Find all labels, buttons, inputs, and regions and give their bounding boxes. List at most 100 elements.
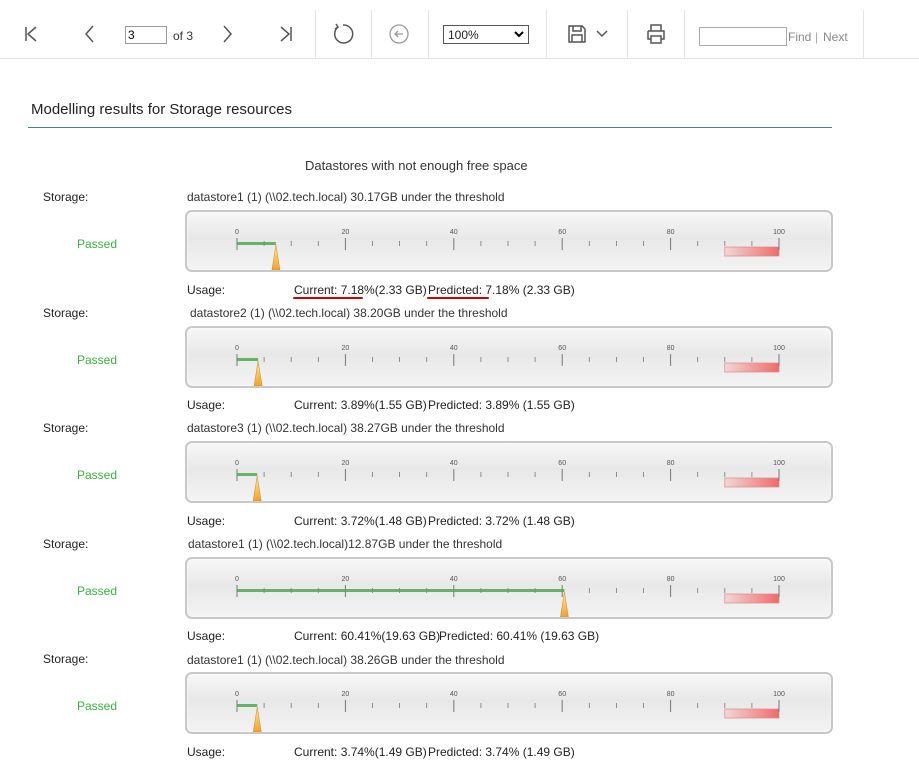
title-divider — [28, 127, 832, 128]
gauge-scale: 0 20 40 60 80 100 — [235, 460, 785, 501]
chevron-down-icon[interactable] — [588, 20, 616, 48]
tick-label: 80 — [667, 345, 675, 352]
tick-label: 60 — [558, 691, 566, 698]
usage-pointer — [271, 244, 281, 270]
datastore-name: datastore3 (1) (\\02.tech.local) 38.27GB… — [187, 421, 505, 435]
highlight-underline — [427, 297, 489, 299]
storage-label: Storage: — [43, 306, 89, 320]
threshold-zone — [724, 593, 780, 604]
tick-label: 20 — [342, 229, 350, 236]
storage-label: Storage: — [43, 537, 89, 551]
threshold-zone — [724, 362, 780, 373]
tick-label: 40 — [450, 460, 458, 467]
status-passed: Passed — [77, 353, 118, 367]
usage-bar — [237, 242, 276, 245]
storage-label: Storage: — [43, 190, 89, 204]
usage-label: Usage: — [187, 283, 226, 297]
usage-gauge: 0 20 40 60 80 100 — [185, 326, 833, 388]
tick-label: 100 — [773, 345, 785, 352]
zoom-value: 100% — [448, 27, 479, 42]
save-icon[interactable] — [563, 20, 591, 48]
page-count: of 3 — [173, 29, 194, 43]
status-passed: Passed — [77, 468, 118, 482]
next-link[interactable]: Next — [823, 30, 848, 44]
usage-gauge: 0 20 40 60 80 100 — [185, 210, 833, 272]
prev-page-icon[interactable] — [76, 20, 104, 48]
tick-label: 60 — [558, 460, 566, 467]
status-passed: Passed — [77, 237, 118, 251]
usage-bar — [237, 704, 258, 707]
next-page-icon[interactable] — [213, 20, 241, 48]
current-usage: Current: 7.18%(2.33 GB) — [294, 283, 427, 297]
report-title: Modelling results for Storage resources — [31, 101, 292, 118]
report-subtitle: Datastores with not enough free space — [305, 158, 528, 173]
current-usage: Current: 3.89%(1.55 GB) — [294, 398, 427, 412]
tick-label: 20 — [342, 345, 350, 352]
threshold-zone — [724, 477, 780, 488]
usage-bar — [237, 358, 259, 361]
tick-label: 40 — [450, 691, 458, 698]
refresh-icon[interactable] — [329, 20, 357, 48]
usage-gauge: 0 20 40 60 80 100 — [185, 441, 833, 503]
usage-label: Usage: — [187, 514, 226, 528]
tick-label: 60 — [558, 229, 566, 236]
usage-label: Usage: — [187, 398, 226, 412]
first-page-icon[interactable] — [17, 20, 45, 48]
datastore-name: datastore1 (1) (\\02.tech.local) 30.17GB… — [187, 190, 505, 204]
predicted-usage: Predicted: 3.89% (1.55 GB) — [428, 398, 575, 412]
report-toolbar: of 3 100% Find | Next — [0, 0, 919, 59]
find-separator: | — [815, 30, 819, 44]
print-icon[interactable] — [642, 20, 670, 48]
usage-gauge: 0 20 40 60 80 100 — [185, 672, 833, 734]
tick-label: 0 — [235, 229, 239, 236]
page-number-input[interactable] — [125, 26, 167, 44]
predicted-usage: Predicted: 7.18% (2.33 GB) — [428, 283, 575, 297]
gauge-scale: 0 20 40 60 80 100 — [235, 345, 785, 386]
tick-label: 20 — [342, 460, 350, 467]
last-page-icon[interactable] — [272, 20, 300, 48]
usage-pointer — [253, 360, 263, 386]
tick-label: 0 — [235, 576, 239, 583]
datastore-name: datastore1 (1) (\\02.tech.local) 38.26GB… — [187, 653, 505, 667]
gauge-scale: 0 20 40 60 80 100 — [235, 576, 785, 617]
tick-label: 80 — [667, 576, 675, 583]
usage-label: Usage: — [187, 745, 226, 759]
usage-gauge: 0 20 40 60 80 100 — [185, 557, 833, 619]
chevron-down-icon — [514, 31, 524, 38]
tick-label: 100 — [773, 576, 785, 583]
tick-label: 40 — [450, 576, 458, 583]
threshold-zone — [724, 246, 780, 257]
tick-label: 60 — [558, 345, 566, 352]
current-usage: Current: 60.41%(19.63 GB) — [294, 629, 441, 643]
tick-label: 80 — [667, 691, 675, 698]
usage-pointer — [252, 475, 262, 501]
usage-label: Usage: — [187, 629, 226, 643]
tick-label: 20 — [342, 576, 350, 583]
storage-label: Storage: — [43, 421, 89, 435]
storage-label: Storage: — [43, 652, 89, 666]
highlight-underline — [293, 297, 363, 299]
current-usage: Current: 3.74%(1.49 GB) — [294, 745, 427, 759]
zoom-select[interactable]: 100% — [443, 25, 529, 44]
datastore-name: datastore2 (1) (\\02.tech.local) 38.20GB… — [190, 306, 508, 320]
usage-bar — [237, 589, 565, 592]
status-passed: Passed — [77, 584, 118, 598]
gauge-scale: 0 20 40 60 80 100 — [235, 691, 785, 732]
tick-label: 0 — [235, 691, 239, 698]
tick-label: 60 — [558, 576, 566, 583]
find-link[interactable]: Find — [788, 30, 811, 44]
tick-label: 100 — [773, 229, 785, 236]
back-icon[interactable] — [385, 20, 413, 48]
predicted-usage: Predicted: 3.74% (1.49 GB) — [428, 745, 575, 759]
predicted-usage: Predicted: 3.72% (1.48 GB) — [428, 514, 575, 528]
tick-label: 0 — [235, 345, 239, 352]
tick-label: 20 — [342, 691, 350, 698]
gauge-scale: 0 20 40 60 80 100 — [235, 229, 785, 270]
tick-label: 100 — [773, 691, 785, 698]
tick-label: 40 — [450, 229, 458, 236]
usage-pointer — [560, 591, 569, 617]
tick-label: 80 — [667, 229, 675, 236]
threshold-zone — [724, 708, 780, 719]
tick-label: 0 — [235, 460, 239, 467]
find-input[interactable] — [699, 27, 787, 46]
